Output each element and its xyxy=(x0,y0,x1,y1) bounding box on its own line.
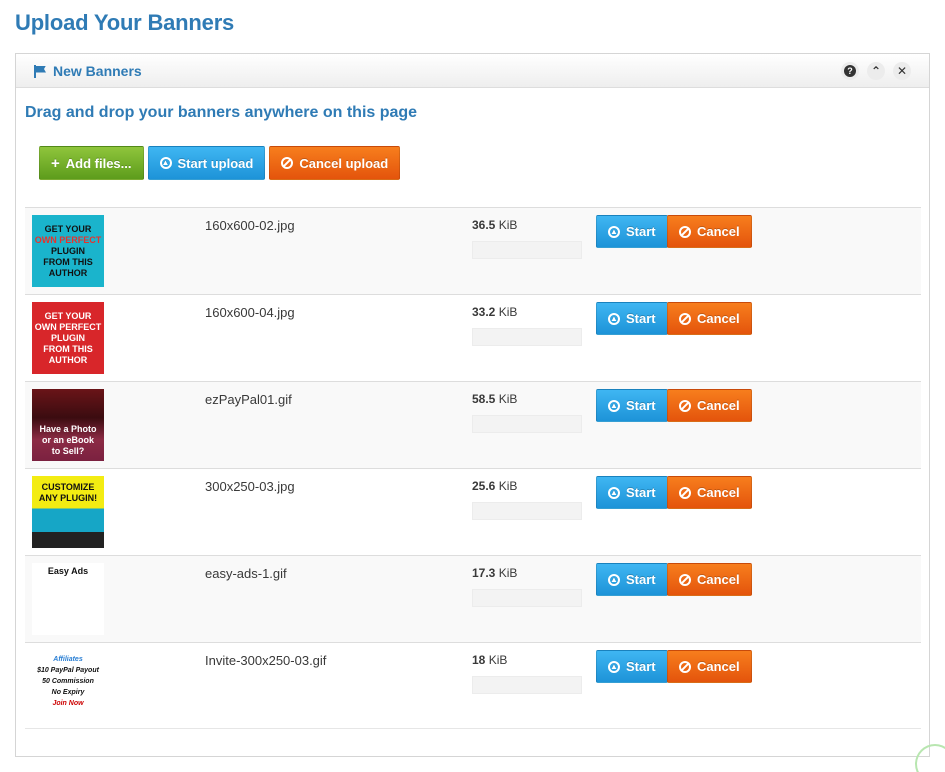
table-row: Affiliates $10 PayPal Payout 50 Commission… xyxy=(25,642,921,729)
cancel-button[interactable]: Cancel xyxy=(667,563,752,596)
start-button[interactable]: ▲ Start xyxy=(596,476,668,509)
file-thumbnail: GET YOUR OWN PERFECT PLUGIN FROM THIS AUTHOR xyxy=(32,302,104,374)
upload-circle-icon: ▲ xyxy=(608,486,620,499)
file-thumbnail: Easy Ads xyxy=(32,563,104,635)
cancel-upload-label: Cancel upload xyxy=(299,155,389,171)
start-upload-button[interactable]: ▲ Start upload xyxy=(147,146,266,180)
cancel-label: Cancel xyxy=(697,224,740,239)
drop-zone-hint: Drag and drop your banners anywhere on t… xyxy=(25,104,418,121)
upload-circle-icon: ▲ xyxy=(608,399,620,412)
widget-title: New Banners xyxy=(34,63,142,79)
cancel-label: Cancel xyxy=(697,659,740,674)
start-button[interactable]: ▲ Start xyxy=(596,215,668,248)
file-list: GET YOUR OWN PERFECT PLUGIN FROM THIS AUTHOR… xyxy=(25,207,921,729)
close-icon: ✕ xyxy=(896,64,908,78)
cancel-button[interactable]: Cancel xyxy=(667,650,752,683)
ban-icon xyxy=(679,573,691,586)
file-size: 25.6 KiB xyxy=(472,479,518,493)
file-size: 18 KiB xyxy=(472,653,508,667)
file-name: ezPayPal01.gif xyxy=(205,392,292,407)
cancel-label: Cancel xyxy=(697,572,740,587)
start-label: Start xyxy=(626,572,656,587)
upload-progress-bar xyxy=(472,676,582,694)
collapse-button[interactable]: ⌃ xyxy=(867,62,885,80)
table-row: GET YOUR OWN PERFECT PLUGIN FROM THIS AUTHOR… xyxy=(25,207,921,294)
start-label: Start xyxy=(626,398,656,413)
file-name: easy-ads-1.gif xyxy=(205,566,287,581)
flag-icon xyxy=(34,64,47,78)
file-size: 33.2 KiB xyxy=(472,305,518,319)
table-row: GET YOUR OWN PERFECT PLUGIN FROM THIS AUTHOR… xyxy=(25,294,921,381)
file-size: 17.3 KiB xyxy=(472,566,518,580)
widget-toolbar: ? ⌃ ✕ xyxy=(841,62,911,80)
page-title: Upload Your Banners xyxy=(15,10,235,35)
upload-circle-icon: ▲ xyxy=(159,157,172,169)
table-row: CUSTOMIZE ANY PLUGIN! 300x250-03.jpg 25.6… xyxy=(25,468,921,555)
start-button[interactable]: ▲ Start xyxy=(596,389,668,422)
upload-progress-bar xyxy=(472,415,582,433)
file-thumbnail: Affiliates $10 PayPal Payout 50 Commission… xyxy=(32,650,104,722)
cancel-upload-button[interactable]: Cancel upload xyxy=(269,146,401,180)
file-name: 160x600-02.jpg xyxy=(205,218,295,233)
table-row: Easy Ads easy-ads-1.gif 17.3 KiB ▲ Start… xyxy=(25,555,921,642)
upload-circle-icon: ▲ xyxy=(608,573,620,586)
upload-circle-icon: ▲ xyxy=(608,225,620,238)
upload-progress-bar xyxy=(472,241,582,259)
ban-icon xyxy=(679,486,691,499)
upload-actions: + Add files... ▲ Start upload Cancel upl… xyxy=(39,146,401,180)
help-button[interactable]: ? xyxy=(841,62,859,80)
start-button[interactable]: ▲ Start xyxy=(596,563,668,596)
file-name: 160x600-04.jpg xyxy=(205,305,295,320)
ban-icon xyxy=(679,660,691,673)
add-files-button[interactable]: + Add files... xyxy=(39,146,144,180)
widget-title-text: New Banners xyxy=(53,63,142,79)
start-label: Start xyxy=(626,485,656,500)
cancel-label: Cancel xyxy=(697,311,740,326)
widget-header: New Banners ? ⌃ ✕ xyxy=(16,54,929,88)
file-name: 300x250-03.jpg xyxy=(205,479,295,494)
start-button[interactable]: ▲ Start xyxy=(596,302,668,335)
file-size: 58.5 KiB xyxy=(472,392,518,406)
ban-icon xyxy=(679,399,691,412)
ban-icon xyxy=(679,225,691,238)
ban-icon xyxy=(281,157,294,169)
new-banners-widget: New Banners ? ⌃ ✕ Drag and drop your ban… xyxy=(15,53,930,757)
close-button[interactable]: ✕ xyxy=(893,62,911,80)
file-thumbnail: Have a Photo or an eBook to Sell? xyxy=(32,389,104,461)
question-icon: ? xyxy=(844,65,856,77)
cancel-button[interactable]: Cancel xyxy=(667,389,752,422)
start-label: Start xyxy=(626,224,656,239)
upload-circle-icon: ▲ xyxy=(608,660,620,673)
file-size: 36.5 KiB xyxy=(472,218,518,232)
start-label: Start xyxy=(626,311,656,326)
file-thumbnail: GET YOUR OWN PERFECT PLUGIN FROM THIS AUTHOR xyxy=(32,215,104,287)
chevron-up-icon: ⌃ xyxy=(870,64,882,78)
start-button[interactable]: ▲ Start xyxy=(596,650,668,683)
ban-icon xyxy=(679,312,691,325)
start-label: Start xyxy=(626,659,656,674)
cancel-label: Cancel xyxy=(697,485,740,500)
cancel-button[interactable]: Cancel xyxy=(667,302,752,335)
upload-progress-bar xyxy=(472,502,582,520)
upload-progress-bar xyxy=(472,328,582,346)
file-name: Invite-300x250-03.gif xyxy=(205,653,327,668)
cancel-button[interactable]: Cancel xyxy=(667,476,752,509)
upload-progress-bar xyxy=(472,589,582,607)
table-row: Have a Photo or an eBook to Sell? ezPayPal… xyxy=(25,381,921,468)
cancel-label: Cancel xyxy=(697,398,740,413)
cancel-button[interactable]: Cancel xyxy=(667,215,752,248)
plus-icon: + xyxy=(51,154,60,172)
start-upload-label: Start upload xyxy=(177,155,254,171)
upload-circle-icon: ▲ xyxy=(608,312,620,325)
add-files-label: Add files... xyxy=(65,155,132,171)
file-thumbnail: CUSTOMIZE ANY PLUGIN! xyxy=(32,476,104,548)
